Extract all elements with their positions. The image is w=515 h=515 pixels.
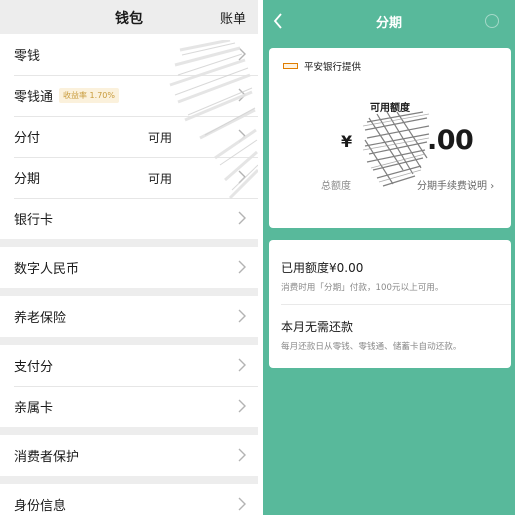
installment-header: 分期 [263, 0, 515, 40]
wallet-item-bank-card[interactable]: 银行卡 [0, 198, 258, 239]
provider-text: 平安银行提供 [304, 62, 362, 73]
chevron-right-icon [238, 399, 246, 413]
wallet-header: 钱包 账单 [0, 0, 258, 34]
used-limit-desc: 消费时用「分期」付款，100元以上可用。 [281, 283, 444, 293]
wallet-item-family-card[interactable]: 亲属卡 [0, 386, 258, 427]
more-icon[interactable] [485, 14, 499, 28]
chevron-right-icon [238, 211, 246, 225]
wallet-item-label: 零钱通 [14, 90, 54, 105]
page-title: 分期 [375, 16, 402, 31]
used-limit-item: 已用额度¥0.00 消费时用「分期」付款，100元以上可用。 [281, 259, 511, 293]
usage-info-card: 已用额度¥0.00 消费时用「分期」付款，100元以上可用。 本月无需还款 每月… [269, 240, 511, 368]
repayment-item: 本月无需还款 每月还款日从零钱、零钱通、储蓄卡自动还款。 [281, 318, 511, 352]
used-limit-title: 已用额度¥0.00 [281, 261, 364, 275]
section-gap [0, 239, 258, 247]
provider-line: 平安银行提供 [283, 59, 361, 73]
fee-explanation-link[interactable]: 分期手续费说明 › [417, 177, 494, 192]
wallet-item-consumer-protection[interactable]: 消费者保护 [0, 435, 258, 476]
wallet-item-label: 养老保险 [14, 311, 67, 326]
wallet-item-label: 亲属卡 [14, 401, 54, 416]
chevron-right-icon [238, 448, 246, 462]
chevron-right-icon: › [490, 181, 495, 192]
section-gap [0, 427, 258, 435]
credit-limit-card: 平安银行提供 可用额度 ¥ .00 总额度 分期手续费说明 › [269, 48, 511, 228]
wallet-item-label: 数字人民币 [14, 262, 80, 277]
wallet-item-digital-rmb[interactable]: 数字人民币 [0, 247, 258, 288]
redaction-scribble [169, 40, 258, 200]
bank-logo-icon [283, 63, 298, 69]
chevron-right-icon [238, 309, 246, 323]
repayment-desc: 每月还款日从零钱、零钱通、储蓄卡自动还款。 [281, 342, 462, 352]
wallet-item-label: 支付分 [14, 360, 54, 375]
currency-symbol: ¥ [341, 132, 353, 151]
section-gap [0, 288, 258, 296]
repayment-title: 本月无需还款 [281, 320, 354, 334]
wallet-item-label: 身份信息 [14, 499, 67, 514]
wallet-item-pension[interactable]: 养老保险 [0, 296, 258, 337]
wallet-item-label: 分期 [14, 172, 41, 187]
chevron-right-icon [238, 358, 246, 372]
amount-value: .00 [427, 125, 474, 156]
fee-link-text: 分期手续费说明 [417, 181, 487, 192]
chevron-right-icon [238, 497, 246, 511]
section-gap [0, 476, 258, 484]
total-limit-label: 总额度 [321, 181, 351, 192]
wallet-screen: 钱包 账单 零钱 零钱通 收益率 1.70% 分付 可用 分期 可用 银行卡 数… [0, 0, 258, 515]
chevron-right-icon [238, 260, 246, 274]
wallet-item-label: 消费者保护 [14, 450, 80, 465]
bill-button[interactable]: 账单 [220, 8, 246, 27]
wallet-item-label: 分付 [14, 131, 41, 146]
wallet-item-label: 零钱 [14, 49, 41, 64]
wallet-item-label: 银行卡 [14, 213, 54, 228]
wallet-item-payscore[interactable]: 支付分 [0, 345, 258, 386]
section-gap [0, 337, 258, 345]
available-limit-amount: ¥ .00 [269, 111, 511, 187]
divider [281, 304, 511, 305]
yield-rate-badge: 收益率 1.70% [59, 88, 119, 103]
wallet-item-identity[interactable]: 身份信息 [0, 484, 258, 515]
installment-screen: 分期 平安银行提供 可用额度 ¥ .00 总额度 分期手续费说明 › 已用额度¥… [263, 0, 515, 515]
